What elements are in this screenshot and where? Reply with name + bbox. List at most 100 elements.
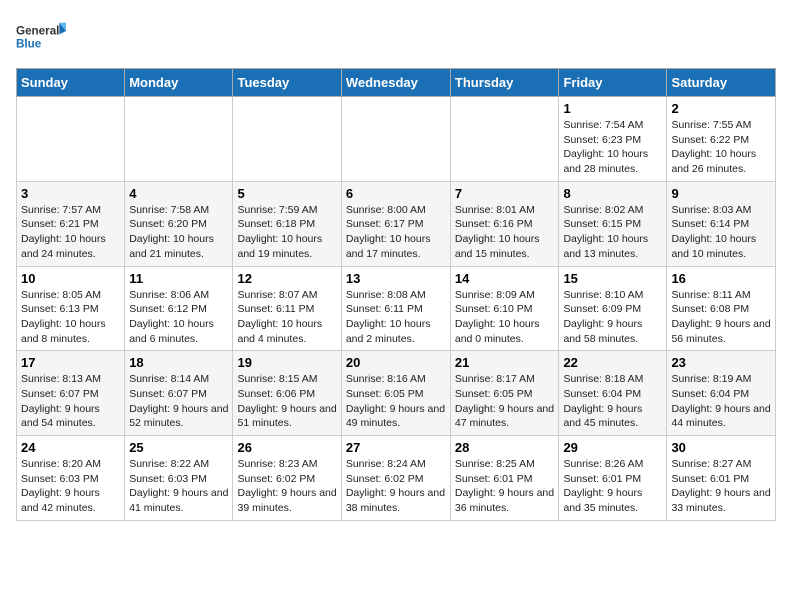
day-info: Sunrise: 8:03 AMSunset: 6:14 PMDaylight:…: [671, 203, 771, 262]
day-cell: 4 Sunrise: 7:58 AMSunset: 6:20 PMDaylight…: [125, 181, 233, 266]
day-cell: [125, 97, 233, 182]
day-info: Sunrise: 8:27 AMSunset: 6:01 PMDaylight:…: [671, 457, 771, 516]
calendar-header: SundayMondayTuesdayWednesdayThursdayFrid…: [17, 69, 776, 97]
day-cell: 2 Sunrise: 7:55 AMSunset: 6:22 PMDaylight…: [667, 97, 776, 182]
day-info: Sunrise: 8:11 AMSunset: 6:08 PMDaylight:…: [671, 288, 771, 347]
day-info: Sunrise: 8:10 AMSunset: 6:09 PMDaylight:…: [563, 288, 662, 347]
day-cell: 19 Sunrise: 8:15 AMSunset: 6:06 PMDayligh…: [233, 351, 341, 436]
day-info: Sunrise: 8:25 AMSunset: 6:01 PMDaylight:…: [455, 457, 555, 516]
day-cell: 20 Sunrise: 8:16 AMSunset: 6:05 PMDayligh…: [341, 351, 450, 436]
day-info: Sunrise: 7:58 AMSunset: 6:20 PMDaylight:…: [129, 203, 228, 262]
day-cell: 14Sunrise: 8:09 AMSunset: 6:10 PMDayligh…: [450, 266, 559, 351]
week-row-4: 24 Sunrise: 8:20 AMSunset: 6:03 PMDayligh…: [17, 436, 776, 521]
day-number: 6: [346, 186, 446, 201]
day-number: 23: [671, 355, 771, 370]
day-cell: 16 Sunrise: 8:11 AMSunset: 6:08 PMDayligh…: [667, 266, 776, 351]
day-info: Sunrise: 8:15 AMSunset: 6:06 PMDaylight:…: [237, 372, 336, 431]
day-info: Sunrise: 7:55 AMSunset: 6:22 PMDaylight:…: [671, 118, 771, 177]
day-number: 30: [671, 440, 771, 455]
header-cell-thursday: Thursday: [450, 69, 559, 97]
day-number: 7: [455, 186, 555, 201]
day-cell: 3 Sunrise: 7:57 AMSunset: 6:21 PMDaylight…: [17, 181, 125, 266]
logo: General Blue: [16, 16, 66, 56]
day-cell: [17, 97, 125, 182]
day-info: Sunrise: 8:14 AMSunset: 6:07 PMDaylight:…: [129, 372, 228, 431]
calendar-table: SundayMondayTuesdayWednesdayThursdayFrid…: [16, 68, 776, 521]
day-info: Sunrise: 8:20 AMSunset: 6:03 PMDaylight:…: [21, 457, 120, 516]
day-info: Sunrise: 7:57 AMSunset: 6:21 PMDaylight:…: [21, 203, 120, 262]
header-cell-wednesday: Wednesday: [341, 69, 450, 97]
day-number: 24: [21, 440, 120, 455]
day-cell: 17Sunrise: 8:13 AMSunset: 6:07 PMDayligh…: [17, 351, 125, 436]
day-cell: 24 Sunrise: 8:20 AMSunset: 6:03 PMDayligh…: [17, 436, 125, 521]
week-row-2: 10 Sunrise: 8:05 AMSunset: 6:13 PMDayligh…: [17, 266, 776, 351]
day-info: Sunrise: 8:07 AMSunset: 6:11 PMDaylight:…: [237, 288, 336, 347]
day-number: 2: [671, 101, 771, 116]
day-cell: 30 Sunrise: 8:27 AMSunset: 6:01 PMDayligh…: [667, 436, 776, 521]
day-number: 26: [237, 440, 336, 455]
svg-text:Blue: Blue: [16, 38, 42, 51]
day-number: 13: [346, 271, 446, 286]
day-cell: 25 Sunrise: 8:22 AMSunset: 6:03 PMDayligh…: [125, 436, 233, 521]
day-number: 21: [455, 355, 555, 370]
day-info: Sunrise: 8:26 AMSunset: 6:01 PMDaylight:…: [563, 457, 662, 516]
day-info: Sunrise: 8:22 AMSunset: 6:03 PMDaylight:…: [129, 457, 228, 516]
day-number: 1: [563, 101, 662, 116]
header-cell-saturday: Saturday: [667, 69, 776, 97]
day-info: Sunrise: 8:00 AMSunset: 6:17 PMDaylight:…: [346, 203, 446, 262]
day-info: Sunrise: 8:08 AMSunset: 6:11 PMDaylight:…: [346, 288, 446, 347]
day-cell: 12 Sunrise: 8:07 AMSunset: 6:11 PMDayligh…: [233, 266, 341, 351]
day-cell: 15 Sunrise: 8:10 AMSunset: 6:09 PMDayligh…: [559, 266, 667, 351]
day-info: Sunrise: 8:19 AMSunset: 6:04 PMDaylight:…: [671, 372, 771, 431]
day-number: 18: [129, 355, 228, 370]
day-number: 14: [455, 271, 555, 286]
day-number: 11: [129, 271, 228, 286]
day-cell: [341, 97, 450, 182]
day-cell: 6 Sunrise: 8:00 AMSunset: 6:17 PMDaylight…: [341, 181, 450, 266]
day-number: 25: [129, 440, 228, 455]
day-cell: 13 Sunrise: 8:08 AMSunset: 6:11 PMDayligh…: [341, 266, 450, 351]
day-cell: 9 Sunrise: 8:03 AMSunset: 6:14 PMDaylight…: [667, 181, 776, 266]
day-cell: 5 Sunrise: 7:59 AMSunset: 6:18 PMDaylight…: [233, 181, 341, 266]
day-number: 27: [346, 440, 446, 455]
day-info: Sunrise: 8:23 AMSunset: 6:02 PMDaylight:…: [237, 457, 336, 516]
day-info: Sunrise: 8:06 AMSunset: 6:12 PMDaylight:…: [129, 288, 228, 347]
day-info: Sunrise: 8:05 AMSunset: 6:13 PMDaylight:…: [21, 288, 120, 347]
day-number: 8: [563, 186, 662, 201]
header-cell-tuesday: Tuesday: [233, 69, 341, 97]
day-info: Sunrise: 8:17 AMSunset: 6:05 PMDaylight:…: [455, 372, 555, 431]
day-number: 20: [346, 355, 446, 370]
day-number: 10: [21, 271, 120, 286]
header-row: SundayMondayTuesdayWednesdayThursdayFrid…: [17, 69, 776, 97]
day-cell: 21 Sunrise: 8:17 AMSunset: 6:05 PMDayligh…: [450, 351, 559, 436]
week-row-0: 1 Sunrise: 7:54 AMSunset: 6:23 PMDaylight…: [17, 97, 776, 182]
header: General Blue: [16, 16, 776, 56]
day-number: 12: [237, 271, 336, 286]
day-info: Sunrise: 7:59 AMSunset: 6:18 PMDaylight:…: [237, 203, 336, 262]
day-cell: 29 Sunrise: 8:26 AMSunset: 6:01 PMDayligh…: [559, 436, 667, 521]
day-cell: 28Sunrise: 8:25 AMSunset: 6:01 PMDayligh…: [450, 436, 559, 521]
day-number: 17: [21, 355, 120, 370]
day-cell: [233, 97, 341, 182]
day-number: 15: [563, 271, 662, 286]
day-number: 5: [237, 186, 336, 201]
day-info: Sunrise: 7:54 AMSunset: 6:23 PMDaylight:…: [563, 118, 662, 177]
header-cell-friday: Friday: [559, 69, 667, 97]
day-cell: [450, 97, 559, 182]
day-number: 4: [129, 186, 228, 201]
day-number: 3: [21, 186, 120, 201]
day-number: 29: [563, 440, 662, 455]
day-cell: 23 Sunrise: 8:19 AMSunset: 6:04 PMDayligh…: [667, 351, 776, 436]
day-cell: 27 Sunrise: 8:24 AMSunset: 6:02 PMDayligh…: [341, 436, 450, 521]
day-info: Sunrise: 8:16 AMSunset: 6:05 PMDaylight:…: [346, 372, 446, 431]
header-cell-monday: Monday: [125, 69, 233, 97]
day-cell: 18 Sunrise: 8:14 AMSunset: 6:07 PMDayligh…: [125, 351, 233, 436]
day-number: 22: [563, 355, 662, 370]
day-info: Sunrise: 8:24 AMSunset: 6:02 PMDaylight:…: [346, 457, 446, 516]
day-cell: 1 Sunrise: 7:54 AMSunset: 6:23 PMDaylight…: [559, 97, 667, 182]
day-cell: 26 Sunrise: 8:23 AMSunset: 6:02 PMDayligh…: [233, 436, 341, 521]
day-cell: 11 Sunrise: 8:06 AMSunset: 6:12 PMDayligh…: [125, 266, 233, 351]
day-number: 9: [671, 186, 771, 201]
day-number: 16: [671, 271, 771, 286]
day-number: 19: [237, 355, 336, 370]
